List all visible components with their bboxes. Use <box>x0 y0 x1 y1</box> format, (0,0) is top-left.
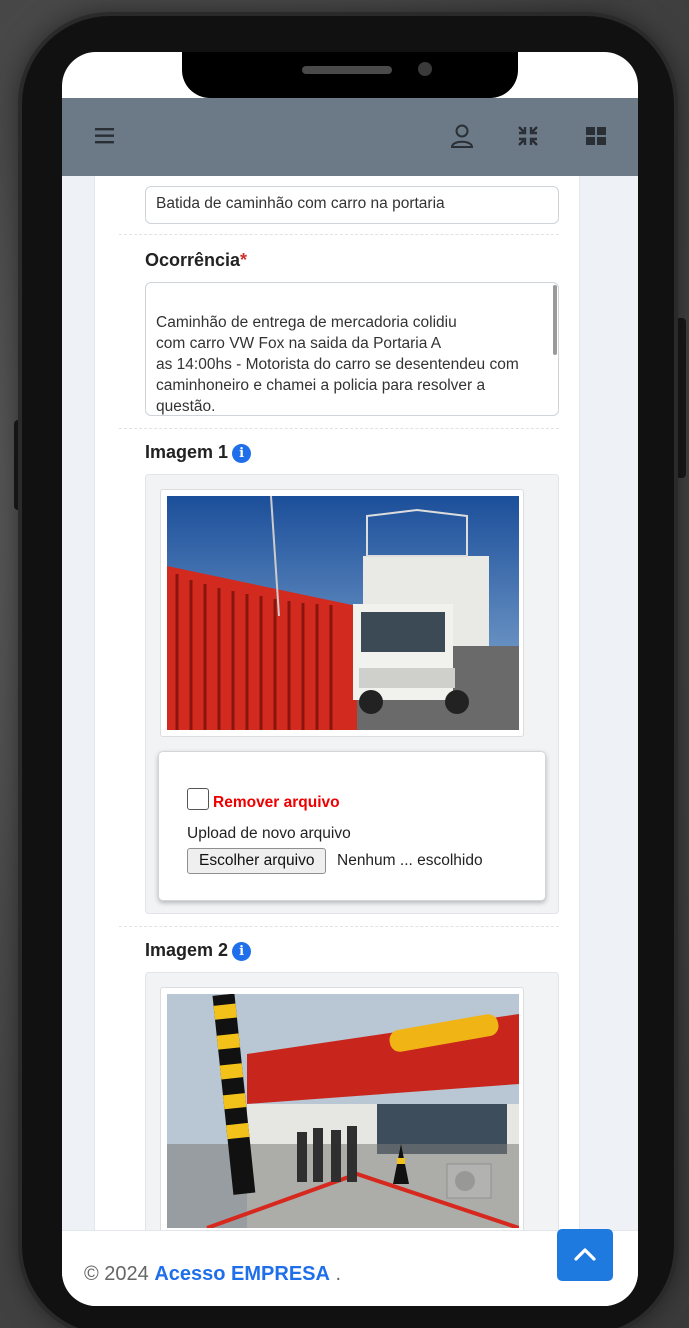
row-divider <box>119 428 559 429</box>
chevron-up-icon <box>574 1248 596 1261</box>
copyright-text: © 2024 Acesso EMPRESA . <box>84 1263 341 1286</box>
ocorrencia-text: Caminhão de entrega de mercadoria colidi… <box>156 314 519 415</box>
row-divider <box>119 926 559 927</box>
form-card: Batida de caminhão com carro na portaria… <box>94 176 580 1230</box>
footer: © 2024 Acesso EMPRESA . <box>62 1229 638 1306</box>
copyright-suffix: . <box>329 1263 342 1285</box>
front-camera <box>418 62 432 76</box>
image-1-thumbnail[interactable] <box>160 489 524 737</box>
compress-icon[interactable] <box>514 122 542 150</box>
ocorrencia-textarea[interactable]: Caminhão de entrega de mercadoria colidi… <box>145 282 559 416</box>
ocorrencia-label: Ocorrência* <box>145 250 247 271</box>
copyright-prefix: © 2024 <box>84 1263 155 1285</box>
phone-screen: Batida de caminhão com carro na portaria… <box>62 52 638 1306</box>
ocorrencia-label-text: Ocorrência <box>145 250 241 270</box>
textarea-scrollbar[interactable] <box>553 285 557 355</box>
image-2-label-text: Imagem 2 <box>145 940 229 960</box>
brand-link[interactable]: Acesso EMPRESA <box>154 1263 330 1285</box>
main-content[interactable]: Batida de caminhão com carro na portaria… <box>62 176 638 1230</box>
image-2-panel <box>145 972 559 1230</box>
upload-box: Remover arquivo Upload de novo arquivo E… <box>158 751 546 901</box>
phone-notch <box>182 52 518 98</box>
grid-icon[interactable] <box>582 122 610 150</box>
phone-power-button <box>676 318 686 478</box>
info-icon[interactable]: i <box>232 444 252 463</box>
scroll-to-top-button[interactable] <box>557 1229 613 1281</box>
remove-file-label[interactable]: Remover arquivo <box>213 794 340 812</box>
speaker-grille <box>302 66 392 74</box>
top-navbar <box>62 98 638 176</box>
title-input[interactable]: Batida de caminhão com carro na portaria <box>145 186 559 224</box>
image-2-label: Imagem 2i <box>145 940 252 961</box>
file-name-status: Nenhum ... escolhido <box>337 852 483 869</box>
gatehouse-photo <box>167 994 519 1228</box>
user-icon[interactable] <box>448 122 476 150</box>
truck-photo <box>167 496 519 730</box>
choose-file-button[interactable]: Escolher arquivo <box>187 848 327 874</box>
image-1-panel: Remover arquivo Upload de novo arquivo E… <box>145 474 559 914</box>
hamburger-icon[interactable] <box>92 122 120 150</box>
image-1-label: Imagem 1i <box>145 442 252 463</box>
upload-new-file-label: Upload de novo arquivo <box>187 825 351 842</box>
remove-file-checkbox[interactable] <box>187 788 209 810</box>
info-icon[interactable]: i <box>232 942 252 961</box>
required-mark: * <box>240 250 248 270</box>
image-1-label-text: Imagem 1 <box>145 442 229 462</box>
image-2-thumbnail[interactable] <box>160 987 524 1230</box>
row-divider <box>119 234 559 235</box>
